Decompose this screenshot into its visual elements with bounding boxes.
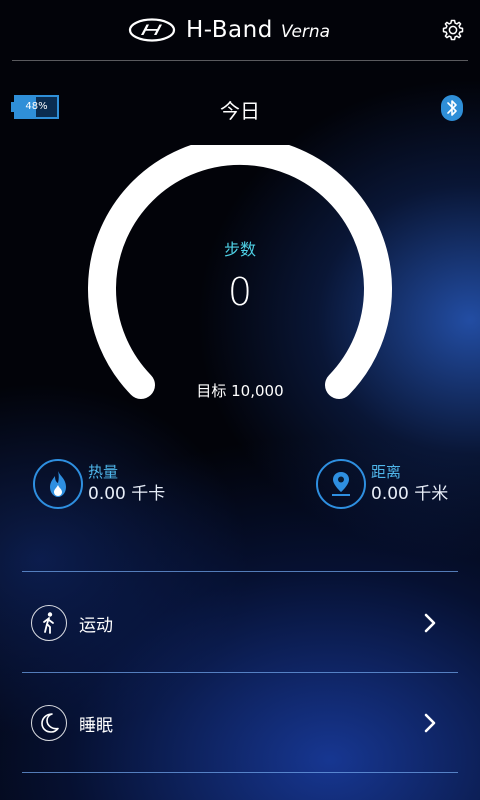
- distance-stat: 距离 0.00 千米: [316, 458, 448, 510]
- hyundai-logo: [128, 18, 176, 42]
- bluetooth-icon[interactable]: [441, 95, 463, 121]
- distance-value: 0.00 千米: [371, 484, 449, 504]
- menu-item-label: 睡眠: [79, 715, 113, 736]
- gear-icon[interactable]: [441, 18, 465, 42]
- flame-icon: [50, 471, 66, 497]
- app-subtitle: Verna: [280, 21, 331, 42]
- day-label: 今日: [220, 99, 260, 123]
- calories-value: 0.00 千卡: [88, 484, 166, 504]
- app-title: H-Band: [186, 17, 273, 43]
- brand: H-Band Verna: [128, 14, 330, 46]
- distance-label: 距离: [371, 463, 402, 481]
- calories-icon-circle: [33, 459, 83, 509]
- menu-item-sleep[interactable]: 睡眠: [0, 675, 480, 771]
- app-header: H-Band Verna: [0, 0, 480, 61]
- steps-label: 步数: [223, 240, 256, 259]
- walking-person-icon: [31, 605, 67, 641]
- menu-divider-bottom: [22, 772, 458, 773]
- steps-goal: 目标 10,000: [196, 382, 284, 400]
- menu-item-label: 运动: [79, 615, 113, 636]
- steps-value: 0: [227, 270, 253, 314]
- calories-stat: 热量 0.00 千卡: [33, 458, 165, 510]
- menu-item-exercise[interactable]: 运动: [0, 575, 480, 671]
- chevron-right-icon: [424, 713, 436, 733]
- header-divider: [12, 60, 468, 61]
- chevron-right-icon: [424, 613, 436, 633]
- moon-icon: [31, 705, 67, 741]
- menu-divider-middle: [22, 672, 458, 673]
- calories-label: 热量: [88, 463, 119, 481]
- menu-divider-top: [22, 571, 458, 572]
- location-pin-icon: [332, 472, 350, 496]
- distance-icon-circle: [316, 459, 366, 509]
